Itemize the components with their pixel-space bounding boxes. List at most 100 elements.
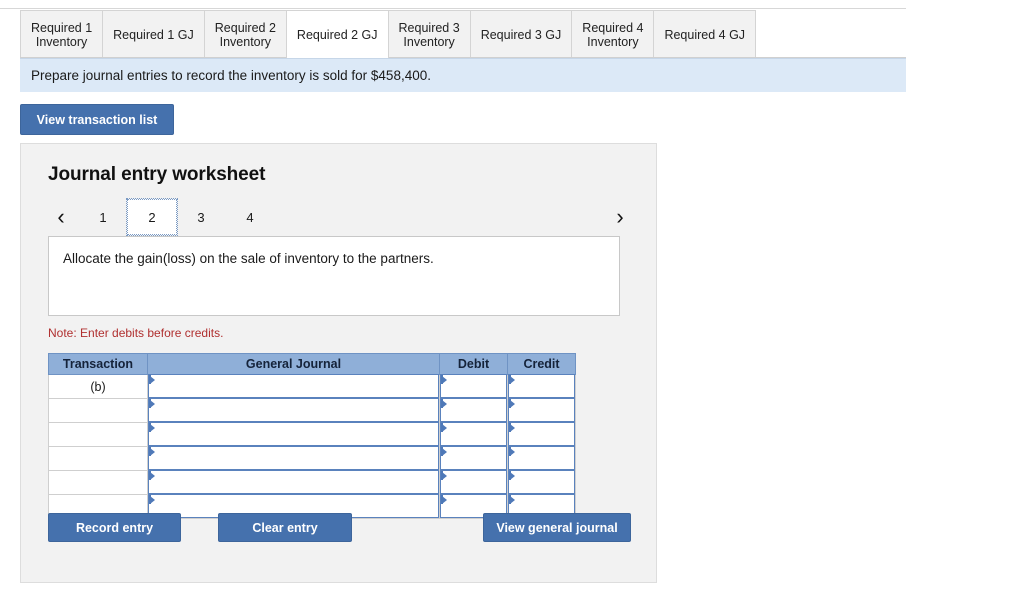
tab-label-line1: Required 4 [582,20,644,35]
dropdown-triangle-stem-icon [441,495,443,504]
record-entry-button[interactable]: Record entry [48,513,181,542]
dropdown-triangle-stem-icon [509,447,511,456]
tab-required-3-inventory[interactable]: Required 3 Inventory [388,10,470,58]
view-general-journal-button[interactable]: View general journal [483,513,631,542]
dropdown-triangle-stem-icon [509,495,511,504]
tab-required-4-gj[interactable]: Required 4 GJ [653,10,757,58]
cell-debit [439,422,508,447]
dropdown-triangle-stem-icon [149,471,151,480]
cell-credit [507,470,576,495]
cell-credit [507,374,576,399]
cell-credit [507,422,576,447]
view-transaction-list-button[interactable]: View transaction list [20,104,174,135]
clear-entry-button[interactable]: Clear entry [218,513,352,542]
tab-required-2-gj[interactable]: Required 2 GJ [285,10,389,58]
column-header-credit: Credit [507,353,576,375]
column-header-transaction: Transaction [48,353,148,375]
chevron-right-icon[interactable]: › [607,197,633,237]
cell-general-journal [147,446,440,471]
debits-before-credits-note: Note: Enter debits before credits. [48,326,224,340]
page-title: Journal entry worksheet [48,164,266,185]
dropdown-triangle-stem-icon [509,375,511,384]
dropdown-triangle-stem-icon [441,375,443,384]
tab-required-1-inventory[interactable]: Required 1 Inventory [20,10,103,58]
cell-general-journal [147,470,440,495]
table-row [48,446,576,471]
worksheet-description: Allocate the gain(loss) on the sale of i… [48,236,620,316]
general-journal-table-body: (b) [48,374,576,519]
tab-required-2-inventory[interactable]: Required 2 Inventory [203,10,286,58]
worksheet-pager: ‹ 1234 › [48,197,633,237]
credit-input[interactable] [508,374,575,398]
table-row [48,422,576,447]
tab-label-line2: Inventory [35,34,88,49]
tab-label-line1: Required 2 [214,20,276,35]
account-title-input[interactable] [148,374,439,398]
credit-input[interactable] [508,470,575,494]
tab-required-3-gj[interactable]: Required 3 GJ [469,10,572,58]
cell-debit [439,398,508,423]
dropdown-triangle-stem-icon [441,447,443,456]
tab-label-line1: Required 1 [31,20,93,35]
journal-entry-worksheet-panel: Journal entry worksheet ‹ 1234 › Allocat… [20,143,657,583]
dropdown-triangle-stem-icon [149,423,151,432]
dropdown-triangle-stem-icon [149,375,151,384]
dropdown-triangle-stem-icon [509,423,511,432]
cell-general-journal [147,398,440,423]
dropdown-triangle-stem-icon [441,399,443,408]
column-header-debit: Debit [439,353,508,375]
worksheet-description-text: Allocate the gain(loss) on the sale of i… [63,251,434,266]
cell-debit [439,374,508,399]
general-journal-table: Transaction General Journal Debit Credit… [48,353,576,519]
cell-transaction [48,398,148,423]
credit-input[interactable] [508,446,575,470]
instruction-banner: Prepare journal entries to record the in… [20,58,906,92]
table-row [48,398,576,423]
table-row [48,470,576,495]
tab-label-line1: Required 3 [398,20,460,35]
cell-general-journal [147,422,440,447]
dropdown-triangle-stem-icon [441,423,443,432]
tab-label-line2: Inventory [219,34,272,49]
debit-input[interactable] [440,374,507,398]
debit-input[interactable] [440,470,507,494]
dropdown-triangle-stem-icon [149,399,151,408]
pager-page-4[interactable]: 4 [225,199,275,235]
cell-credit [507,398,576,423]
cell-transaction: (b) [48,374,148,399]
cell-credit [507,446,576,471]
tab-label-line2: Inventory [587,34,639,49]
credit-input[interactable] [508,398,575,422]
tab-label-line1: Required 4 GJ [664,27,746,42]
account-title-input[interactable] [148,470,439,494]
chevron-left-icon[interactable]: ‹ [48,197,74,237]
dropdown-triangle-stem-icon [509,471,511,480]
credit-input[interactable] [508,422,575,446]
tab-label-line1: Required 1 GJ [113,27,194,42]
account-title-input[interactable] [148,398,439,422]
tab-label-line1: Required 2 GJ [296,27,378,42]
instruction-text: Prepare journal entries to record the in… [31,68,431,83]
account-title-input[interactable] [148,446,439,470]
debit-input[interactable] [440,446,507,470]
cell-transaction [48,422,148,447]
tab-required-1-gj[interactable]: Required 1 GJ [102,10,204,58]
top-divider [0,8,906,9]
account-title-input[interactable] [148,422,439,446]
debit-input[interactable] [440,398,507,422]
dropdown-triangle-stem-icon [441,471,443,480]
pager-page-2[interactable]: 2 [126,198,178,236]
cell-transaction [48,470,148,495]
page-root: Required 1 Inventory Required 1 GJ Required… [0,0,1024,596]
dropdown-triangle-stem-icon [149,447,151,456]
tab-required-4-inventory[interactable]: Required 4 Inventory [571,10,654,58]
debit-input[interactable] [440,422,507,446]
cell-debit [439,470,508,495]
pager-page-3[interactable]: 3 [176,199,226,235]
dropdown-triangle-stem-icon [149,495,151,504]
dropdown-triangle-stem-icon [509,399,511,408]
cell-debit [439,446,508,471]
tab-label-line1: Required 3 GJ [480,27,562,42]
table-header-row: Transaction General Journal Debit Credit [48,353,576,375]
pager-page-1[interactable]: 1 [78,199,128,235]
